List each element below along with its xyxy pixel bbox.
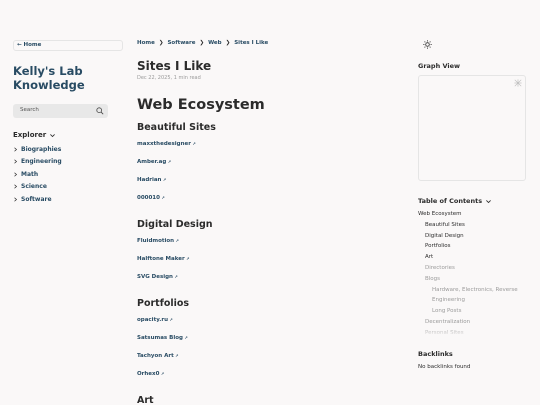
graph-view[interactable]	[418, 75, 526, 181]
external-link-text[interactable]: Orhex0	[137, 371, 159, 377]
site-title-line1[interactable]: Kelly's Lab	[13, 64, 123, 78]
external-link-icon: ↗	[190, 141, 196, 146]
external-link-text[interactable]: 000010	[137, 195, 160, 201]
chevron-right-icon	[14, 197, 18, 202]
chevron-right-icon	[14, 172, 18, 177]
explorer-folder-label: Engineering	[21, 158, 62, 166]
external-link-text[interactable]: Hadrian	[137, 177, 161, 183]
chevron-right-icon	[14, 159, 18, 164]
external-link[interactable]: maxxthedesigner ↗	[137, 141, 196, 147]
backlinks-empty-text: No backlinks found	[418, 364, 471, 370]
external-link-text[interactable]: opacity.ru	[137, 317, 168, 323]
site-title[interactable]: Kelly's Lab Knowledge	[13, 64, 123, 92]
external-link-text[interactable]: maxxthedesigner	[137, 141, 191, 147]
explorer-folder-science[interactable]: Science	[13, 183, 123, 192]
external-link-icon: ↗	[173, 353, 179, 358]
breadcrumb-separator: ❯	[199, 40, 205, 46]
external-link-text[interactable]: Tachyon Art	[137, 353, 174, 359]
external-link-text[interactable]: SVG Design	[137, 274, 173, 280]
external-link-icon: ↗	[174, 238, 179, 243]
section-heading: Digital Design	[137, 219, 213, 230]
external-link-icon: ↗	[168, 317, 173, 322]
external-link[interactable]: Orhex0 ↗	[137, 371, 164, 377]
chevron-down-icon	[486, 199, 491, 203]
section-heading: Beautiful Sites	[137, 122, 216, 133]
breadcrumb-item[interactable]: Software	[167, 40, 195, 46]
external-link-icon: ↗	[182, 335, 188, 340]
external-link-icon: ↗	[166, 159, 172, 164]
chevron-down-icon	[50, 133, 56, 137]
graph-expand-icon[interactable]	[514, 79, 522, 87]
toc-fade	[418, 327, 526, 337]
section-heading: Portfolios	[137, 298, 190, 309]
external-link[interactable]: 000010 ↗	[137, 195, 165, 201]
explorer-label: Explorer	[13, 131, 47, 139]
external-link[interactable]: Satsumas Blog ↗	[137, 335, 188, 341]
external-link-icon: ↗	[172, 274, 178, 279]
explorer-folder-label: Biographies	[21, 145, 62, 153]
explorer-folder-label: Software	[21, 195, 52, 203]
toc-item[interactable]: Long Posts	[432, 308, 461, 314]
breadcrumb-separator: ❯	[225, 40, 231, 46]
toc-item[interactable]: Digital Design	[425, 233, 464, 239]
page-title: Sites I Like	[137, 59, 212, 73]
explorer-folder-label: Math	[21, 170, 39, 178]
section-heading: Art	[137, 395, 154, 405]
toc-item[interactable]: Portfolios	[425, 243, 451, 249]
external-link-icon: ↗	[159, 371, 165, 376]
section-heading-web-ecosystem: Web Ecosystem	[137, 97, 265, 113]
toc-item[interactable]: Web Ecosystem	[418, 211, 462, 217]
external-link-text[interactable]: Halftone Maker	[137, 256, 185, 262]
external-link[interactable]: SVG Design ↗	[137, 274, 178, 280]
toc-item[interactable]: Engineering	[432, 297, 465, 303]
external-link-icon: ↗	[161, 177, 167, 182]
external-link[interactable]: opacity.ru ↗	[137, 317, 173, 323]
external-link[interactable]: Hadrian ↗	[137, 177, 166, 183]
explorer-folder-biographies[interactable]: Biographies	[13, 145, 123, 154]
external-link-text[interactable]: Amber.ag	[137, 159, 166, 165]
external-link[interactable]: Tachyon Art ↗	[137, 353, 178, 359]
sun-icon[interactable]	[423, 40, 432, 49]
breadcrumb-item[interactable]: Sites I Like	[234, 40, 268, 46]
breadcrumb-separator: ❯	[158, 40, 164, 46]
page-meta: Dec 22, 2025, 1 min read	[137, 75, 201, 81]
breadcrumb-item[interactable]: Home	[137, 40, 155, 46]
external-link-icon: ↗	[184, 256, 190, 261]
toc-item[interactable]: Blogs	[425, 276, 440, 282]
toc-item[interactable]: Hardware, Electronics, Reverse	[432, 287, 518, 293]
backlinks-heading: Backlinks	[418, 350, 453, 358]
search-placeholder: Search	[20, 107, 39, 113]
explorer-folder-engineering[interactable]: Engineering	[13, 158, 123, 167]
main-content: Home ❯ Software ❯ Web ❯ Sites I Like Sites I L…	[137, 40, 397, 405]
toc-item[interactable]: Directories	[425, 265, 455, 271]
external-link[interactable]: Fluidmotion ↗	[137, 238, 179, 244]
external-link[interactable]: Halftone Maker ↗	[137, 256, 189, 262]
explorer-folder-software[interactable]: Software	[13, 195, 123, 204]
toc-item[interactable]: Art	[425, 254, 433, 260]
site-title-line2[interactable]: Knowledge	[13, 78, 123, 92]
breadcrumb-item[interactable]: Web	[208, 40, 222, 46]
search-input[interactable]: Search	[13, 104, 108, 118]
left-sidebar: ← Home Kelly's Lab Knowledge Search Expl…	[13, 40, 123, 204]
chevron-right-icon	[14, 147, 18, 152]
search-icon[interactable]	[96, 107, 104, 115]
home-link[interactable]: ← Home	[13, 40, 123, 51]
external-link-text[interactable]: Fluidmotion	[137, 238, 174, 244]
external-link-icon: ↗	[159, 195, 165, 200]
breadcrumb: Home ❯ Software ❯ Web ❯ Sites I Like	[137, 40, 397, 46]
graph-view-heading: Graph View	[418, 62, 461, 70]
chevron-right-icon	[14, 184, 18, 189]
toc-heading: Table of Contents	[418, 197, 483, 205]
explorer-toggle[interactable]: Explorer	[13, 131, 123, 139]
explorer-folder-math[interactable]: Math	[13, 170, 123, 179]
explorer-folder-label: Science	[21, 183, 47, 191]
toc-item[interactable]: Beautiful Sites	[425, 222, 465, 228]
external-link-text[interactable]: Satsumas Blog	[137, 335, 183, 341]
toc-toggle[interactable]: Table of Contents	[418, 197, 492, 205]
toc-item[interactable]: Decentralization	[425, 319, 470, 325]
explorer-folder-list: Biographies Engineering Math Science Softwar…	[13, 145, 123, 204]
external-link[interactable]: Amber.ag ↗	[137, 159, 171, 165]
